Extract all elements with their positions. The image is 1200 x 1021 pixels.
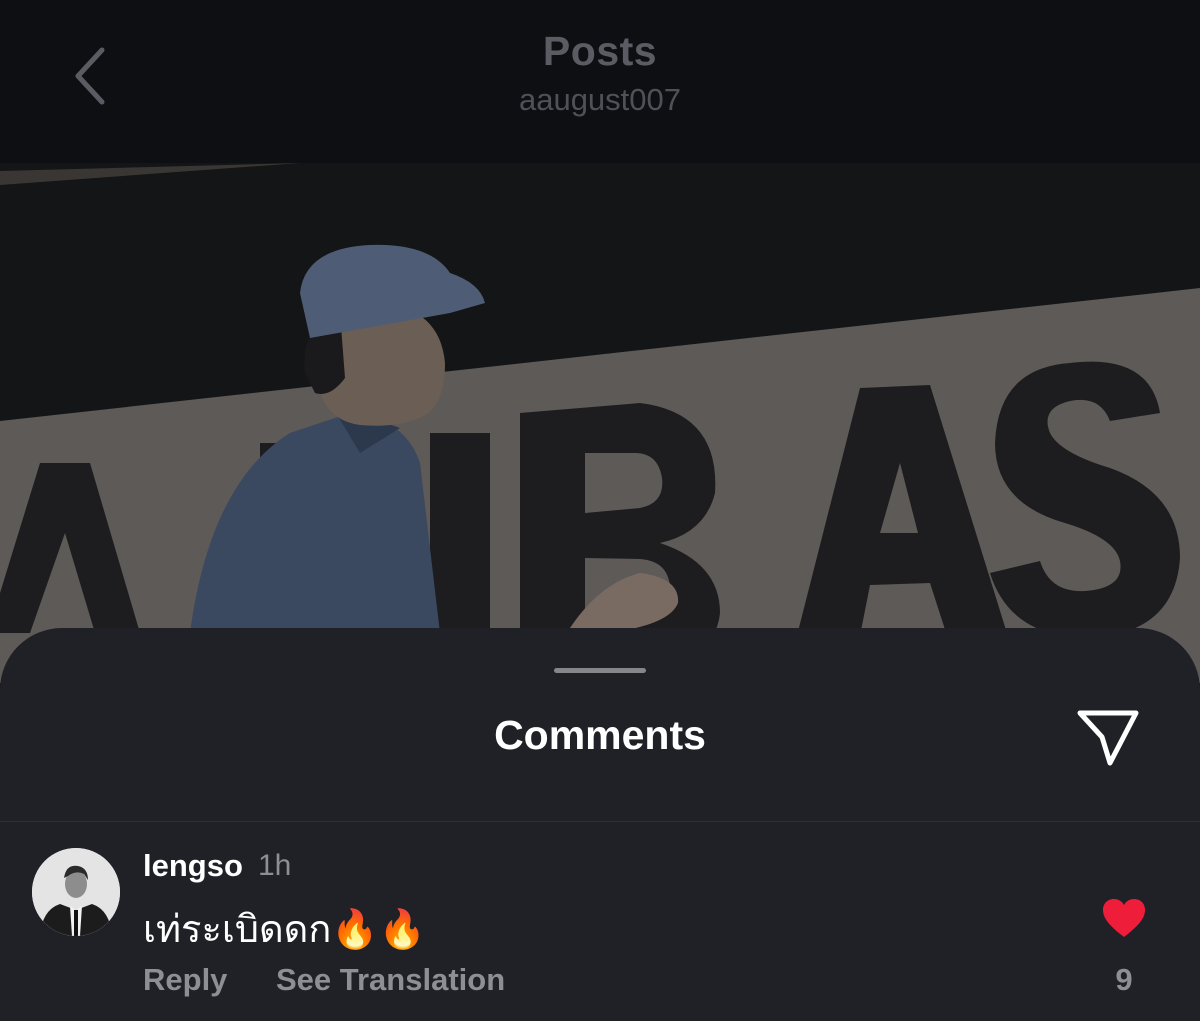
comment-item: lengso 1h เท่ระเบิดดก🔥🔥 Reply See Transl… bbox=[0, 822, 1200, 1021]
comment-timestamp: 1h bbox=[258, 849, 292, 882]
header-bar: Posts aaugust007 bbox=[0, 0, 1200, 163]
see-translation-button[interactable]: See Translation bbox=[276, 962, 505, 998]
post-photo[interactable] bbox=[0, 163, 1200, 683]
page-title: Posts bbox=[542, 28, 658, 74]
reply-button[interactable]: Reply bbox=[143, 962, 227, 998]
posts-screen: Posts aaugust007 Comments lengso 1h เท่ร… bbox=[0, 0, 1200, 1021]
like-button[interactable] bbox=[1098, 894, 1150, 942]
like-count: 9 bbox=[1115, 962, 1133, 997]
comments-title: Comments bbox=[494, 712, 706, 758]
paper-plane-icon bbox=[1077, 710, 1139, 766]
comment-username[interactable]: lengso bbox=[143, 848, 243, 884]
comment-text: เท่ระเบิดดก🔥🔥 bbox=[143, 909, 426, 951]
page-subtitle-username[interactable]: aaugust007 bbox=[0, 82, 1200, 118]
share-button[interactable] bbox=[1072, 704, 1144, 770]
comments-sheet: Comments lengso 1h เท่ระเบิดดก🔥🔥 Reply S… bbox=[0, 628, 1200, 1021]
sheet-grabber-handle[interactable] bbox=[554, 668, 646, 673]
avatar[interactable] bbox=[32, 848, 120, 936]
heart-icon bbox=[1103, 899, 1145, 937]
